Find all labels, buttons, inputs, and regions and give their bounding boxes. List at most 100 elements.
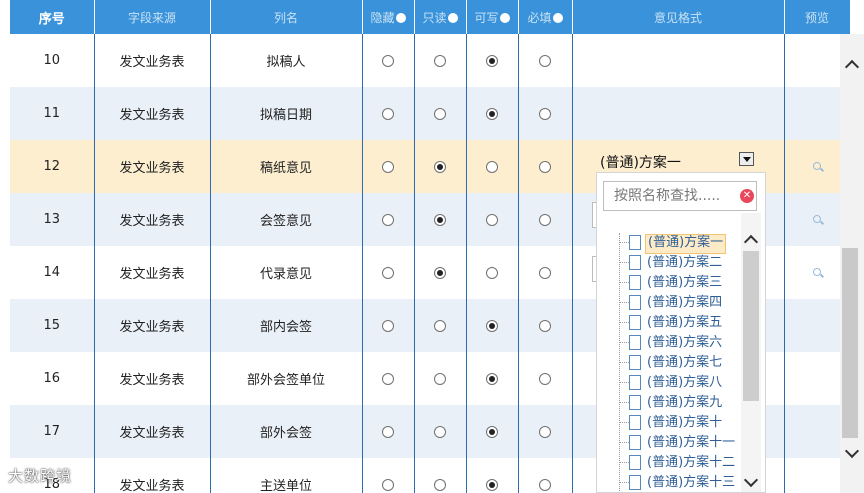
hidden-radio[interactable] <box>382 319 394 332</box>
cell-required <box>518 140 573 193</box>
format-option[interactable]: (普通)方案十一 <box>619 433 739 453</box>
cell-source: 发文业务表 <box>94 458 211 493</box>
format-select[interactable]: (普通)方案一 <box>596 150 762 171</box>
writable-radio[interactable] <box>486 266 498 279</box>
magnifier-icon[interactable] <box>813 162 821 170</box>
hidden-radio[interactable] <box>382 372 394 385</box>
required-radio[interactable] <box>539 372 551 385</box>
hidden-radio[interactable] <box>382 478 394 491</box>
format-option[interactable]: (普通)方案六 <box>619 333 739 353</box>
hidden-radio[interactable] <box>382 266 394 279</box>
readonly-radio[interactable] <box>434 54 446 67</box>
cell-required <box>518 352 573 405</box>
hidden-radio[interactable] <box>382 425 394 438</box>
cell-column: 部外会签 <box>210 405 363 458</box>
required-radio[interactable] <box>539 266 551 279</box>
format-search-input[interactable] <box>604 182 730 210</box>
chevron-down-icon[interactable] <box>844 443 860 459</box>
writable-radio[interactable] <box>486 319 498 332</box>
header-hidden-radio[interactable] <box>395 12 406 23</box>
format-option[interactable]: (普通)方案九 <box>619 393 739 413</box>
cell-source: 发文业务表 <box>94 405 211 458</box>
table-row[interactable]: 11 发文业务表 拟稿日期 <box>10 87 851 140</box>
cell-hidden <box>362 193 415 246</box>
chevron-down-icon[interactable] <box>739 152 754 166</box>
format-option[interactable]: (普通)方案十二 <box>619 453 739 473</box>
header-hidden[interactable]: 隐藏 <box>362 0 415 34</box>
document-icon <box>629 455 641 470</box>
required-radio[interactable] <box>539 54 551 67</box>
format-option[interactable]: (普通)方案七 <box>619 353 739 373</box>
format-option[interactable]: (普通)方案十三 <box>619 473 739 492</box>
cell-writable <box>466 246 519 299</box>
header-readonly-radio[interactable] <box>447 12 458 23</box>
chevron-down-icon[interactable] <box>743 472 759 488</box>
required-radio[interactable] <box>539 160 551 173</box>
readonly-radio[interactable] <box>434 213 446 226</box>
format-option-label: (普通)方案十 <box>647 415 723 430</box>
header-writable-radio[interactable] <box>499 12 510 23</box>
cell-writable <box>466 405 519 458</box>
header-writable[interactable]: 可写 <box>466 0 519 34</box>
hidden-radio[interactable] <box>382 107 394 120</box>
readonly-radio[interactable] <box>434 372 446 385</box>
cell-writable <box>466 352 519 405</box>
readonly-radio[interactable] <box>434 478 446 491</box>
writable-radio[interactable] <box>486 478 498 491</box>
writable-radio[interactable] <box>486 213 498 226</box>
table-row[interactable]: 10 发文业务表 拟稿人 <box>10 34 851 87</box>
required-radio[interactable] <box>539 478 551 491</box>
required-radio[interactable] <box>539 107 551 120</box>
magnifier-icon[interactable] <box>813 268 821 276</box>
cell-source: 发文业务表 <box>94 352 211 405</box>
writable-radio[interactable] <box>486 54 498 67</box>
cell-source: 发文业务表 <box>94 299 211 352</box>
writable-radio[interactable] <box>486 107 498 120</box>
header-required-radio[interactable] <box>552 12 563 23</box>
hidden-radio[interactable] <box>382 160 394 173</box>
format-option[interactable]: (普通)方案八 <box>619 373 739 393</box>
dropdown-scroll-thumb[interactable] <box>743 251 759 401</box>
cell-required <box>518 405 573 458</box>
cell-hidden <box>362 405 415 458</box>
chevron-up-icon[interactable] <box>743 234 759 250</box>
required-radio[interactable] <box>539 213 551 226</box>
tree-connector <box>619 422 629 423</box>
readonly-radio[interactable] <box>434 266 446 279</box>
chevron-up-icon[interactable] <box>844 59 860 75</box>
cell-seq: 14 <box>10 246 95 299</box>
cell-readonly <box>414 34 467 87</box>
writable-radio[interactable] <box>486 160 498 173</box>
writable-radio[interactable] <box>486 372 498 385</box>
grid-scroll-thumb[interactable] <box>842 248 858 438</box>
format-option[interactable]: (普通)方案四 <box>619 293 739 313</box>
tree-connector <box>619 302 629 303</box>
required-radio[interactable] <box>539 425 551 438</box>
readonly-radio[interactable] <box>434 160 446 173</box>
readonly-radio[interactable] <box>434 107 446 120</box>
format-option[interactable]: (普通)方案五 <box>619 313 739 333</box>
header-required[interactable]: 必填 <box>518 0 573 34</box>
readonly-radio[interactable] <box>434 425 446 438</box>
cell-readonly <box>414 299 467 352</box>
readonly-radio[interactable] <box>434 319 446 332</box>
document-icon <box>629 255 641 270</box>
header-readonly[interactable]: 只读 <box>414 0 467 34</box>
grid-scrollbar[interactable] <box>840 34 864 493</box>
tree-connector <box>619 242 629 243</box>
cell-readonly <box>414 87 467 140</box>
hidden-radio[interactable] <box>382 213 394 226</box>
format-option[interactable]: (普通)方案二 <box>619 253 739 273</box>
cell-seq: 10 <box>10 34 95 87</box>
hidden-radio[interactable] <box>382 54 394 67</box>
format-option[interactable]: (普通)方案一 <box>619 233 739 254</box>
header-required-label: 必填 <box>527 10 552 25</box>
required-radio[interactable] <box>539 319 551 332</box>
format-option[interactable]: (普通)方案三 <box>619 273 739 293</box>
format-option[interactable]: (普通)方案十 <box>619 413 739 433</box>
cell-column: 拟稿人 <box>210 34 363 87</box>
dropdown-scrollbar[interactable] <box>741 213 761 492</box>
close-icon[interactable]: ✕ <box>740 189 754 203</box>
magnifier-icon[interactable] <box>813 215 821 223</box>
writable-radio[interactable] <box>486 425 498 438</box>
